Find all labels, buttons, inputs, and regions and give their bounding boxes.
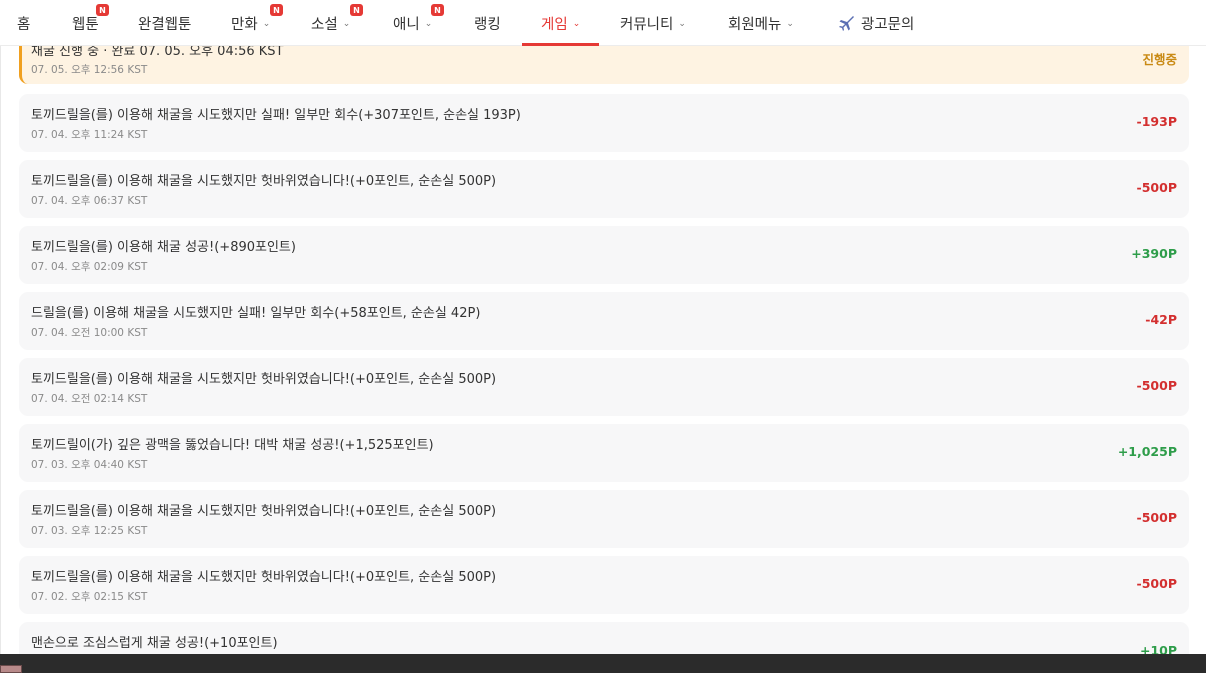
record-amount: -500P <box>1136 378 1177 393</box>
nav-community[interactable]: 커뮤니티 ⌄ <box>620 0 686 46</box>
mining-history-list: 채굴 진행 중 · 완료 07. 05. 오후 04:56 KST 07. 05… <box>0 0 1206 673</box>
record-message: 토끼드릴을(를) 이용해 채굴을 시도했지만 실패! 일부만 회수(+307포인… <box>31 108 521 123</box>
record-card: 토끼드릴을(를) 이용해 채굴을 시도했지만 헛바위였습니다!(+0포인트, 순… <box>19 358 1189 416</box>
nav-label: 소설 <box>311 16 338 33</box>
chevron-down-icon: ⌄ <box>786 19 794 29</box>
record-card: 토끼드릴을(를) 이용해 채굴을 시도했지만 실패! 일부만 회수(+307포인… <box>19 94 1189 152</box>
record-time: 07. 04. 오후 06:37 KST <box>31 195 148 207</box>
chevron-down-icon: ⌄ <box>572 19 581 29</box>
nav-label: 회원메뉴 <box>728 16 782 33</box>
nav-comics[interactable]: 만화 ⌄ N <box>231 0 283 46</box>
record-card: 토끼드릴을(를) 이용해 채굴을 시도했지만 헛바위였습니다!(+0포인트, 순… <box>19 490 1189 548</box>
nav-anime[interactable]: 애니 ⌄ N <box>393 0 444 46</box>
nav-home[interactable]: 홈 <box>17 0 30 46</box>
nav-label: 커뮤니티 <box>620 16 674 33</box>
new-badge: N <box>350 4 363 16</box>
record-message: 드릴을(를) 이용해 채굴을 시도했지만 실패! 일부만 회수(+58포인트, … <box>31 306 481 321</box>
record-card: 토끼드릴이(가) 깊은 광맥을 뚫었습니다! 대박 채굴 성공!(+1,525포… <box>19 424 1189 482</box>
record-time: 07. 02. 오후 02:15 KST <box>31 591 148 603</box>
record-card: 토끼드릴을(를) 이용해 채굴을 시도했지만 헛바위였습니다!(+0포인트, 순… <box>19 160 1189 218</box>
chevron-down-icon: ⌄ <box>424 19 433 29</box>
nav-label: 랭킹 <box>474 16 501 33</box>
page-border <box>0 0 1 673</box>
record-time: 07. 05. 오후 12:56 KST <box>31 64 148 76</box>
nav-ranking[interactable]: 랭킹 <box>474 0 501 46</box>
airplane-icon <box>837 14 855 32</box>
nav-webtoon[interactable]: 웹툰 N <box>72 0 109 46</box>
record-time: 07. 04. 오후 02:09 KST <box>31 261 148 273</box>
record-message: 토끼드릴을(를) 이용해 채굴을 시도했지만 헛바위였습니다!(+0포인트, 순… <box>31 504 497 519</box>
nav-label: 웹툰 <box>72 16 99 33</box>
nav-label: 광고문의 <box>861 16 915 33</box>
record-message: 맨손으로 조심스럽게 채굴 성공!(+10포인트) <box>31 636 278 651</box>
top-navigation: 홈 웹툰 N 완결웹툰 만화 ⌄ N 소설 ⌄ N 애니 ⌄ N 랭킹 게임 ⌄… <box>0 0 1206 46</box>
nav-label: 완결웹툰 <box>138 16 192 33</box>
nav-novel[interactable]: 소설 ⌄ N <box>311 0 363 46</box>
record-message: 토끼드릴이(가) 깊은 광맥을 뚫었습니다! 대박 채굴 성공!(+1,525포… <box>31 438 434 453</box>
record-amount: +390P <box>1131 246 1177 261</box>
nav-label: 애니 <box>393 16 420 33</box>
record-time: 07. 04. 오후 11:24 KST <box>31 129 148 141</box>
record-message: 토끼드릴을(를) 이용해 채굴 성공!(+890포인트) <box>31 240 296 255</box>
record-amount: -500P <box>1136 510 1177 525</box>
nav-completed-webtoon[interactable]: 완결웹툰 <box>138 0 191 46</box>
new-badge: N <box>270 4 283 16</box>
nav-member-menu[interactable]: 회원메뉴 ⌄ <box>728 0 794 46</box>
record-time: 07. 04. 오전 10:00 KST <box>31 327 148 339</box>
nav-label: 홈 <box>17 16 31 33</box>
nav-label: 만화 <box>231 16 258 33</box>
record-amount: +1,025P <box>1117 444 1177 459</box>
record-message: 토끼드릴을(를) 이용해 채굴을 시도했지만 헛바위였습니다!(+0포인트, 순… <box>31 174 497 189</box>
record-amount: -500P <box>1136 576 1177 591</box>
record-card: 토끼드릴을(를) 이용해 채굴을 시도했지만 헛바위였습니다!(+0포인트, 순… <box>19 556 1189 614</box>
record-status: 진행중 <box>1142 52 1177 67</box>
record-time: 07. 04. 오전 02:14 KST <box>31 393 148 405</box>
record-time: 07. 03. 오후 12:25 KST <box>31 525 148 537</box>
record-amount: -193P <box>1136 114 1177 129</box>
record-card: 드릴을(를) 이용해 채굴을 시도했지만 실패! 일부만 회수(+58포인트, … <box>19 292 1189 350</box>
chevron-down-icon: ⌄ <box>262 19 271 29</box>
nav-game[interactable]: 게임 ⌄ <box>541 0 580 46</box>
record-message: 토끼드릴을(를) 이용해 채굴을 시도했지만 헛바위였습니다!(+0포인트, 순… <box>31 570 497 585</box>
record-amount: -42P <box>1145 312 1177 327</box>
nav-ad-inquiry[interactable]: 광고문의 <box>837 0 914 46</box>
record-message: 토끼드릴을(를) 이용해 채굴을 시도했지만 헛바위였습니다!(+0포인트, 순… <box>31 372 497 387</box>
new-badge: N <box>96 4 109 16</box>
record-time: 07. 03. 오후 04:40 KST <box>31 459 148 471</box>
chevron-down-icon: ⌄ <box>678 19 686 29</box>
active-tab-indicator <box>522 43 599 46</box>
chevron-down-icon: ⌄ <box>342 19 351 29</box>
taskbar <box>0 654 1206 673</box>
nav-label: 게임 <box>541 16 568 33</box>
new-badge: N <box>431 4 444 16</box>
record-amount: -500P <box>1136 180 1177 195</box>
record-card: 토끼드릴을(를) 이용해 채굴 성공!(+890포인트) 07. 04. 오후 … <box>19 226 1189 284</box>
taskbar-app-icon[interactable] <box>0 665 22 673</box>
